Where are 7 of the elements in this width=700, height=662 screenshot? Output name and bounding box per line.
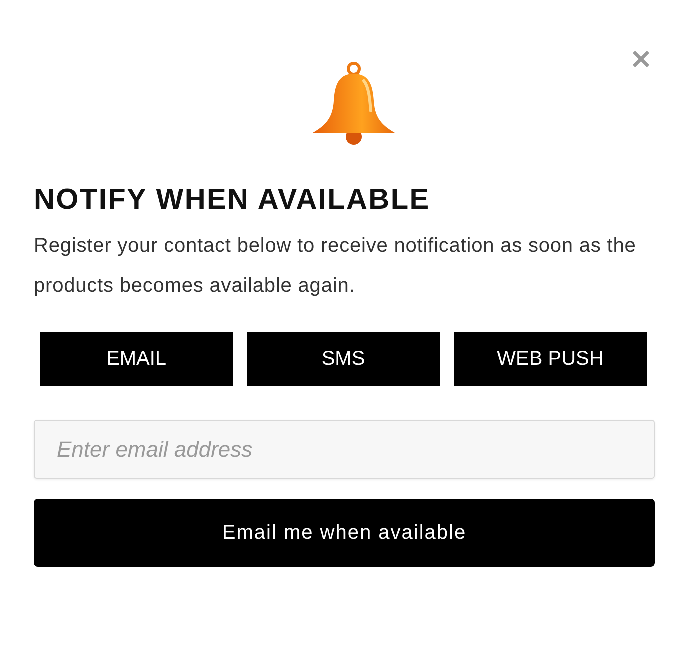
description: Register your contact below to receive notification as soon as the products becomes available again. (34, 234, 638, 299)
submit-button[interactable]: Email me when available (34, 499, 655, 567)
email-field[interactable]: Enter email address (34, 420, 655, 479)
channel-tab[interactable]: WEB PUSH (454, 332, 647, 386)
channel-tab[interactable]: SMS (247, 332, 440, 386)
channel-tab[interactable]: EMAIL (40, 332, 233, 386)
dialog-title: NOTIFY WHEN AVAILABLE (34, 183, 432, 218)
